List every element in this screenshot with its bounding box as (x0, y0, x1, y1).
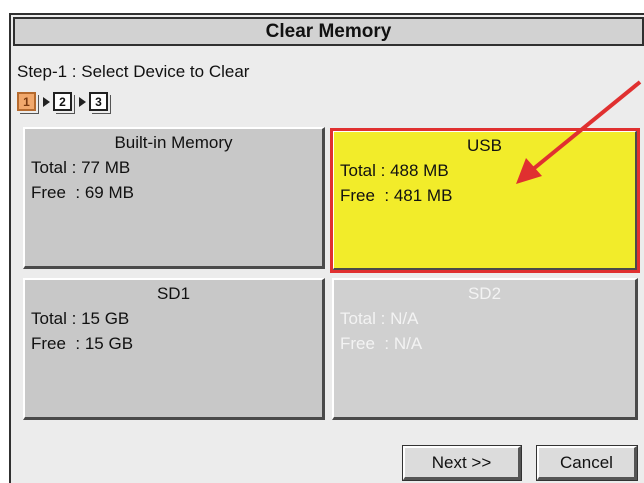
device-tile-sd2: SD2 Total : N/A Free : N/A (332, 278, 638, 420)
step-1-indicator: 1 (17, 92, 39, 114)
device-total: Total : N/A (340, 309, 419, 328)
next-button[interactable]: Next >> (402, 445, 522, 481)
device-free: Free : 15 GB (31, 334, 134, 353)
device-free: Free : N/A (340, 334, 423, 353)
step-arrow-icon (43, 96, 50, 107)
step-label: Step-1 : Select Device to Clear (17, 62, 250, 81)
dialog-title: Clear Memory (13, 17, 644, 46)
device-name: SD2 (467, 284, 502, 303)
device-name: Built-in Memory (114, 133, 233, 152)
device-name: SD1 (156, 284, 191, 303)
cancel-button[interactable]: Cancel (536, 445, 638, 481)
device-tile-builtin-memory[interactable]: Built-in Memory Total : 77 MB Free : 69 … (23, 127, 325, 269)
device-total: Total : 77 MB (31, 158, 131, 177)
device-name: USB (467, 136, 502, 155)
device-tile-sd1[interactable]: SD1 Total : 15 GB Free : 15 GB (23, 278, 325, 420)
device-total: Total : 15 GB (31, 309, 130, 328)
step-2-indicator: 2 (53, 92, 75, 114)
step-3-indicator: 3 (89, 92, 111, 114)
device-tile-usb[interactable]: USB Total : 488 MB Free : 481 MB (330, 128, 640, 273)
step-indicator: 1 2 3 (17, 92, 111, 114)
device-free: Free : 481 MB (340, 186, 453, 205)
device-free: Free : 69 MB (31, 183, 134, 202)
step-arrow-icon (79, 96, 86, 107)
device-total: Total : 488 MB (340, 161, 449, 180)
